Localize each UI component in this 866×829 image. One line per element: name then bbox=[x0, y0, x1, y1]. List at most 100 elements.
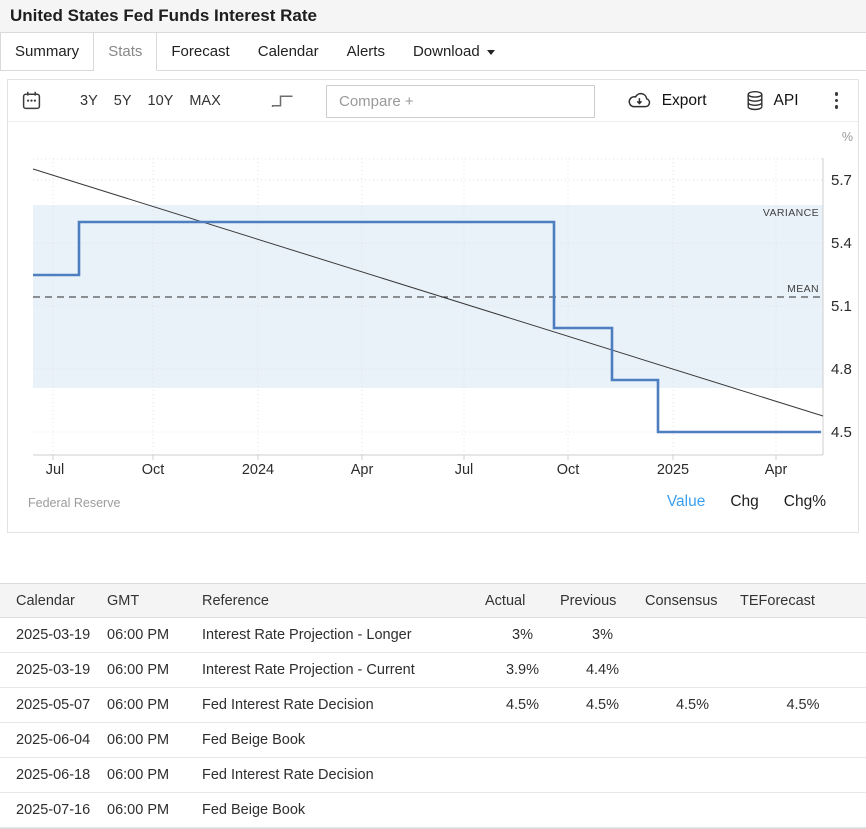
api-button[interactable]: API bbox=[745, 90, 799, 112]
cell-date: 2025-05-07 bbox=[0, 688, 107, 723]
cell-date: 2025-06-18 bbox=[0, 758, 107, 793]
table-row: 2025-05-07 06:00 PM Fed Interest Rate De… bbox=[0, 688, 866, 723]
export-label: Export bbox=[662, 92, 707, 110]
kebab-dot bbox=[835, 92, 839, 96]
cell-reference: Fed Interest Rate Decision bbox=[202, 758, 485, 793]
y-tick: 5.4 bbox=[831, 235, 852, 252]
cell-gmt: 06:00 PM bbox=[107, 618, 202, 653]
calendar-icon bbox=[22, 91, 41, 110]
tab-alerts[interactable]: Alerts bbox=[333, 33, 399, 71]
cell-gmt: 06:00 PM bbox=[107, 758, 202, 793]
tab-calendar-label: Calendar bbox=[258, 43, 319, 60]
chart-plot-area: % bbox=[8, 122, 858, 532]
more-options-button[interactable] bbox=[829, 88, 845, 113]
y-axis-unit-label: % bbox=[842, 130, 853, 144]
chgpct-link[interactable]: Chg% bbox=[784, 493, 826, 511]
table-row: 2025-07-16 06:00 PM Fed Beige Book bbox=[0, 793, 866, 828]
chg-link[interactable]: Chg bbox=[730, 493, 758, 511]
col-header-teforecast: TEForecast bbox=[740, 584, 866, 618]
cell-reference: Interest Rate Projection - Longer bbox=[202, 618, 485, 653]
range-10y-button[interactable]: 10Y bbox=[140, 89, 182, 113]
cell-previous: 4.5% bbox=[560, 688, 645, 723]
value-link[interactable]: Value bbox=[667, 493, 706, 511]
api-label: API bbox=[774, 92, 799, 110]
tab-summary[interactable]: Summary bbox=[0, 33, 94, 71]
cell-teforecast bbox=[740, 653, 866, 688]
table-row: 2025-06-18 06:00 PM Fed Interest Rate De… bbox=[0, 758, 866, 793]
variance-band bbox=[33, 205, 823, 388]
table-row: 2025-03-19 06:00 PM Interest Rate Projec… bbox=[0, 653, 866, 688]
chevron-down-icon bbox=[487, 50, 495, 55]
database-icon bbox=[745, 90, 765, 112]
chart-card: 3Y 5Y 10Y MAX Export bbox=[7, 79, 859, 533]
range-3y-button[interactable]: 3Y bbox=[72, 89, 106, 113]
table-row: 2025-06-04 06:00 PM Fed Beige Book bbox=[0, 723, 866, 758]
calendar-events-table: Calendar GMT Reference Actual Previous C… bbox=[0, 583, 866, 828]
cell-consensus bbox=[645, 758, 740, 793]
cell-actual bbox=[485, 793, 560, 828]
y-tick: 5.1 bbox=[831, 298, 852, 315]
page-title: United States Fed Funds Interest Rate bbox=[10, 6, 317, 26]
cell-previous bbox=[560, 793, 645, 828]
step-line-style-button[interactable] bbox=[271, 94, 294, 108]
tab-download[interactable]: Download bbox=[399, 33, 509, 71]
cell-reference: Fed Beige Book bbox=[202, 793, 485, 828]
tab-stats[interactable]: Stats bbox=[94, 33, 157, 71]
export-button[interactable]: Export bbox=[626, 91, 707, 110]
cell-actual: 3.9% bbox=[485, 653, 560, 688]
cell-gmt: 06:00 PM bbox=[107, 688, 202, 723]
tab-forecast[interactable]: Forecast bbox=[157, 33, 243, 71]
fed-funds-chart: % bbox=[8, 122, 858, 532]
y-tick: 4.5 bbox=[831, 424, 852, 441]
chart-toolbar: 3Y 5Y 10Y MAX Export bbox=[8, 80, 858, 122]
cell-teforecast: 4.5% bbox=[740, 688, 866, 723]
cell-previous: 4.4% bbox=[560, 653, 645, 688]
cell-date: 2025-07-16 bbox=[0, 793, 107, 828]
cell-reference: Fed Beige Book bbox=[202, 723, 485, 758]
date-range-calendar-button[interactable] bbox=[22, 91, 41, 110]
cell-reference: Fed Interest Rate Decision bbox=[202, 688, 485, 723]
kebab-dot bbox=[835, 99, 839, 103]
range-max-button[interactable]: MAX bbox=[181, 89, 228, 113]
x-tick: 2024 bbox=[242, 462, 274, 478]
x-tick: Oct bbox=[557, 462, 580, 478]
y-axis-tick-labels: 5.7 5.4 5.1 4.8 4.5 bbox=[831, 172, 852, 441]
col-header-gmt: GMT bbox=[107, 584, 202, 618]
y-tick: 5.7 bbox=[831, 172, 852, 189]
tab-calendar[interactable]: Calendar bbox=[244, 33, 333, 71]
page-header: United States Fed Funds Interest Rate bbox=[0, 0, 866, 33]
cell-consensus bbox=[645, 723, 740, 758]
col-header-reference: Reference bbox=[202, 584, 485, 618]
cell-date: 2025-06-04 bbox=[0, 723, 107, 758]
toolbar-actions: Export API bbox=[626, 88, 844, 113]
cell-consensus bbox=[645, 793, 740, 828]
x-tick: 2025 bbox=[657, 462, 689, 478]
cell-reference: Interest Rate Projection - Current bbox=[202, 653, 485, 688]
tab-alerts-label: Alerts bbox=[347, 43, 385, 60]
col-header-previous: Previous bbox=[560, 584, 645, 618]
x-tick: Jul bbox=[455, 462, 474, 478]
cell-gmt: 06:00 PM bbox=[107, 723, 202, 758]
cell-previous bbox=[560, 758, 645, 793]
compare-input[interactable] bbox=[326, 85, 595, 118]
cell-date: 2025-03-19 bbox=[0, 618, 107, 653]
tab-forecast-label: Forecast bbox=[171, 43, 229, 60]
cell-actual bbox=[485, 723, 560, 758]
col-header-calendar: Calendar bbox=[0, 584, 107, 618]
tab-stats-label: Stats bbox=[108, 43, 142, 60]
mean-label: MEAN bbox=[787, 283, 819, 295]
cell-actual: 3% bbox=[485, 618, 560, 653]
series-mode-links: Value Chg Chg% bbox=[667, 493, 826, 511]
cell-consensus bbox=[645, 618, 740, 653]
table-row: 2025-03-19 06:00 PM Interest Rate Projec… bbox=[0, 618, 866, 653]
tab-download-label: Download bbox=[413, 43, 480, 60]
kebab-dot bbox=[835, 105, 839, 109]
cell-actual bbox=[485, 758, 560, 793]
x-tick: Oct bbox=[142, 462, 165, 478]
tab-bar: Summary Stats Forecast Calendar Alerts D… bbox=[0, 33, 866, 71]
x-tick: Apr bbox=[351, 462, 374, 478]
cell-previous: 3% bbox=[560, 618, 645, 653]
col-header-actual: Actual bbox=[485, 584, 560, 618]
x-axis-tick-labels: Jul Oct 2024 Apr Jul Oct 2025 Apr bbox=[46, 462, 788, 478]
range-5y-button[interactable]: 5Y bbox=[106, 89, 140, 113]
